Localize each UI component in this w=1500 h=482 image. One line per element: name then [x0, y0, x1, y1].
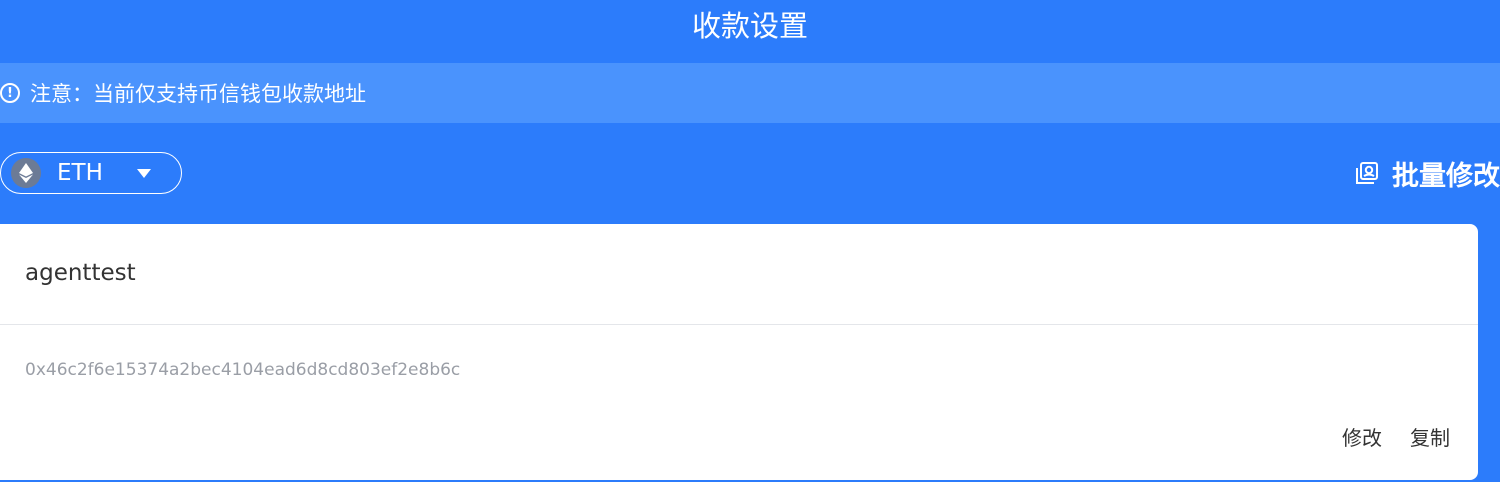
wallet-name: agenttest	[25, 260, 136, 286]
exclamation-circle-icon: !	[0, 83, 20, 103]
batch-edit-button[interactable]: 批量修改	[1354, 150, 1500, 196]
coin-selected-label: ETH	[57, 160, 103, 186]
card-actions: 修改 复制	[1342, 422, 1450, 451]
notice-text: 注意：当前仅支持币信钱包收款地址	[30, 82, 366, 106]
ethereum-icon	[11, 158, 41, 188]
page-title: 收款设置	[691, 9, 808, 43]
wallet-address: 0x46c2f6e15374a2bec4104ead6d8cd803ef2e8b…	[25, 360, 461, 380]
batch-edit-label: 批量修改	[1392, 160, 1500, 192]
chevron-down-icon	[137, 168, 151, 178]
card-divider	[0, 324, 1478, 325]
coin-selector[interactable]: ETH	[0, 152, 182, 194]
wallet-address-card: agenttest 0x46c2f6e15374a2bec4104ead6d8c…	[0, 224, 1478, 480]
copy-button[interactable]: 复制	[1410, 422, 1450, 451]
notice-banner: ! 注意：当前仅支持币信钱包收款地址	[0, 63, 1500, 123]
edit-button[interactable]: 修改	[1342, 422, 1382, 451]
batch-edit-icon	[1356, 162, 1378, 184]
